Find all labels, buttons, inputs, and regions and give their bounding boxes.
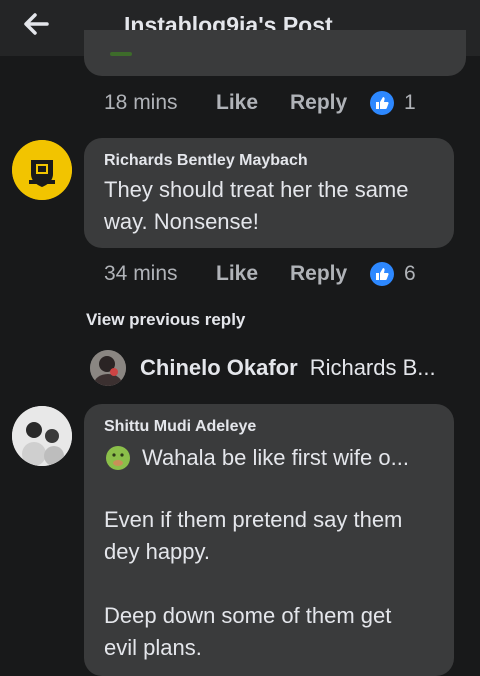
comment-text-line: evil plans. xyxy=(104,635,202,660)
back-arrow-icon xyxy=(24,13,49,35)
comment-time: 34 mins xyxy=(104,262,178,285)
comment-actions: 34 mins Like Reply 6 xyxy=(104,262,416,286)
comment-text-line: way. Nonsense! xyxy=(104,209,259,234)
crest-logo-icon xyxy=(12,140,72,200)
avatar[interactable] xyxy=(12,140,72,200)
reply-preview[interactable]: Chinelo Okafor Richards B... xyxy=(90,350,436,386)
comment-text-line: Deep down some of them get xyxy=(104,603,392,628)
comment-author[interactable]: Shittu Mudi Adeleye xyxy=(104,418,256,436)
reply-author[interactable]: Chinelo Okafor xyxy=(140,355,298,381)
back-button[interactable] xyxy=(20,10,52,38)
emoji-fragment xyxy=(110,52,132,56)
comment-text-line: Even if them pretend say them xyxy=(104,507,403,532)
like-reaction-icon[interactable] xyxy=(370,91,394,115)
reply-snippet: Richards B... xyxy=(309,355,436,380)
comment-bubble[interactable]: Richards Bentley Maybach They should tre… xyxy=(84,138,454,248)
reaction-count: 6 xyxy=(404,262,416,285)
comment-time: 18 mins xyxy=(104,91,178,114)
comment-actions: 18 mins Like Reply 1 xyxy=(104,91,416,115)
like-button[interactable]: Like xyxy=(216,262,290,286)
like-button[interactable]: Like xyxy=(216,91,290,115)
emoji-icon xyxy=(106,446,130,470)
reply-button[interactable]: Reply xyxy=(290,262,370,286)
avatar[interactable] xyxy=(90,350,126,386)
like-reaction-icon[interactable] xyxy=(370,262,394,286)
comment-text-line: dey happy. xyxy=(104,539,211,564)
person-photo-icon xyxy=(90,350,126,386)
comment-author[interactable]: Richards Bentley Maybach xyxy=(104,152,308,170)
comment-bubble[interactable]: Shittu Mudi Adeleye Wahala be like first… xyxy=(84,404,454,676)
comment-first-line: Wahala be like first wife o... xyxy=(104,444,409,472)
group-photo-icon xyxy=(12,406,72,466)
avatar[interactable] xyxy=(12,406,72,466)
view-previous-reply-link[interactable]: View previous reply xyxy=(86,310,245,330)
reaction-count: 1 xyxy=(404,91,416,114)
reply-button[interactable]: Reply xyxy=(290,91,370,115)
comment-text-line: Wahala be like first wife o... xyxy=(142,445,409,470)
comment-text-line: They should treat her the same xyxy=(104,177,409,202)
previous-comment-bubble[interactable] xyxy=(84,30,466,76)
